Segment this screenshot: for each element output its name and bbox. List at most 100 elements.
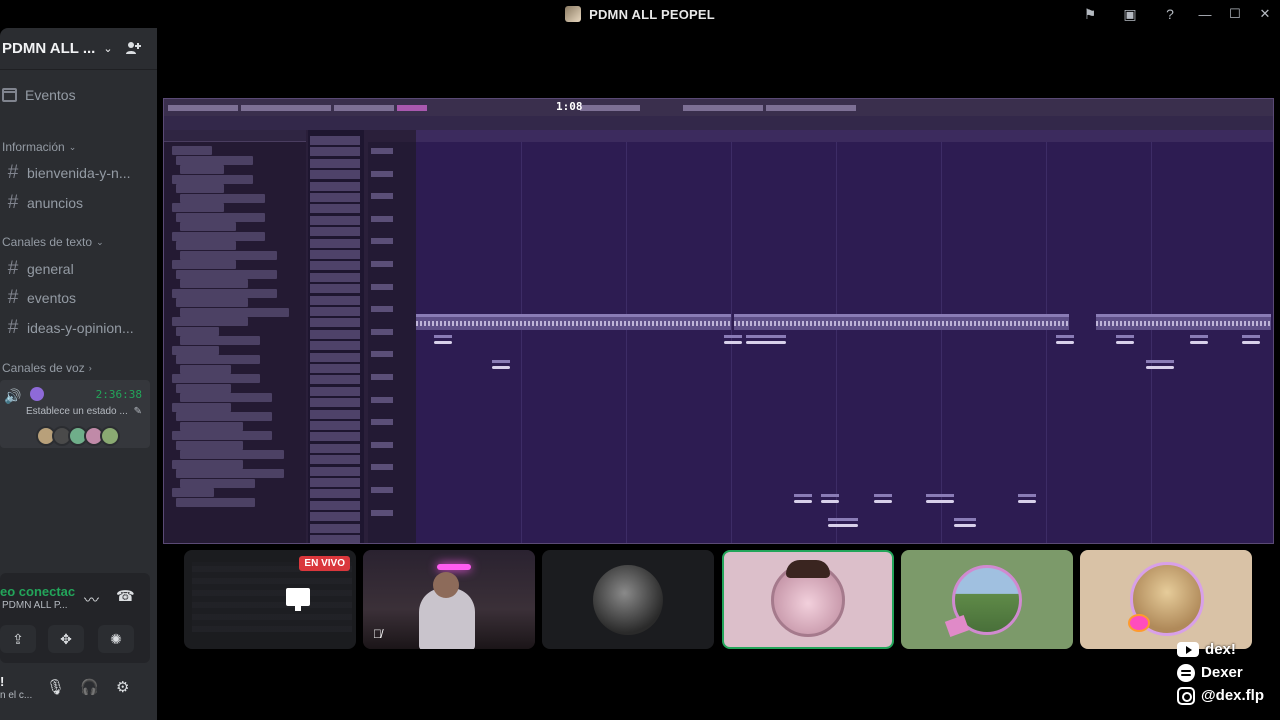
chevron-down-icon: ⌄ xyxy=(96,236,104,247)
social-overlay: dex! Dexer @dex.flp xyxy=(1177,640,1264,705)
clip-row xyxy=(310,432,360,442)
clip-row xyxy=(310,535,360,543)
participant-tile[interactable] xyxy=(901,550,1073,649)
browser-row xyxy=(176,383,231,393)
track-label xyxy=(371,261,393,267)
noise-suppression-icon[interactable]: 〰 xyxy=(84,589,99,610)
browser-row xyxy=(180,450,284,459)
browser-row xyxy=(172,459,243,469)
screen-share-view[interactable]: 1:08 xyxy=(163,98,1274,544)
fl-toolbar xyxy=(164,99,1273,116)
browser-row xyxy=(172,231,265,241)
clip-row xyxy=(310,375,360,385)
fl-track-headers xyxy=(368,142,418,543)
clip-row xyxy=(310,466,360,476)
spotify-icon xyxy=(1177,663,1196,682)
minimize-button[interactable]: — xyxy=(1190,0,1220,28)
clip-row xyxy=(310,227,360,237)
help-icon[interactable]: ? xyxy=(1150,0,1190,28)
monitor-icon xyxy=(286,588,310,611)
avatar[interactable] xyxy=(100,426,120,446)
events-item[interactable]: Eventos xyxy=(2,87,76,103)
channel-ideas[interactable]: # ideas-y-opinion... xyxy=(0,315,134,341)
clip-row xyxy=(310,364,360,373)
clip-row xyxy=(310,284,360,294)
track-label xyxy=(371,441,393,448)
avatar-decoration xyxy=(1128,614,1150,632)
browser-row xyxy=(176,298,248,307)
calendar-icon xyxy=(2,88,17,102)
browser-row xyxy=(176,155,253,165)
activity-icon xyxy=(30,387,44,401)
category-canales-voz[interactable]: Canales de voz › xyxy=(2,361,92,375)
browser-row xyxy=(172,174,253,184)
activities-button[interactable]: ✥ xyxy=(48,625,84,653)
clip-row xyxy=(310,523,360,533)
track-label xyxy=(371,396,393,403)
category-informacion[interactable]: Información ⌄ xyxy=(2,140,76,154)
channel-eventos[interactable]: # eventos xyxy=(0,285,76,311)
browser-row xyxy=(176,412,272,421)
track-label xyxy=(371,215,393,222)
participant-tile[interactable] xyxy=(1080,550,1252,649)
microphone-icon[interactable]: 🎙 xyxy=(46,678,65,696)
soundboard-button[interactable]: ✺ xyxy=(98,625,134,653)
track-label xyxy=(371,306,393,313)
track-label xyxy=(371,509,393,516)
track-label xyxy=(371,328,393,335)
category-label: Canales de texto xyxy=(2,235,93,249)
clip-row xyxy=(310,158,360,168)
screen-share-button[interactable]: ⇪ xyxy=(0,625,36,653)
fl-playlist-header xyxy=(416,130,1273,142)
fl-clip-list xyxy=(308,130,364,543)
clip-row xyxy=(310,489,360,499)
voice-status[interactable]: Establece un estado ... xyxy=(26,406,128,417)
pencil-icon[interactable]: ✎ xyxy=(134,406,142,417)
title-bar: PDMN ALL PEOPEL ⚑ ▣ ? — ☐ ✕ xyxy=(0,0,1280,28)
clip-row xyxy=(310,215,360,225)
clip-row xyxy=(310,136,360,145)
category-label: Información xyxy=(2,140,65,154)
invite-people-icon[interactable] xyxy=(125,40,141,61)
clip-row xyxy=(310,261,360,271)
camera-tile[interactable]: 🎙̸ xyxy=(363,550,535,649)
clip-row xyxy=(310,193,360,202)
fl-toolbar-2 xyxy=(164,116,1273,130)
maximize-button[interactable]: ☐ xyxy=(1220,0,1250,28)
participant-tile-speaking[interactable] xyxy=(722,550,894,649)
track-label xyxy=(371,170,393,177)
headphones-icon[interactable]: 🎧 xyxy=(80,678,99,696)
youtube-icon xyxy=(1177,642,1200,657)
channel-anuncios[interactable]: # anuncios xyxy=(0,190,83,216)
disconnect-icon[interactable]: ☎ xyxy=(116,587,135,605)
username[interactable]: ! xyxy=(0,674,4,689)
fl-time-display: 1:08 xyxy=(556,100,583,113)
social-text: dex! xyxy=(1205,641,1236,658)
inbox-icon[interactable]: ▣ xyxy=(1110,0,1150,28)
track-label xyxy=(371,238,393,245)
track-label xyxy=(371,487,393,493)
browser-row xyxy=(176,355,260,364)
settings-gear-icon[interactable]: ⚙ xyxy=(116,678,129,696)
category-canales-texto[interactable]: Canales de texto ⌄ xyxy=(2,235,104,249)
events-label: Eventos xyxy=(25,87,76,103)
track-label xyxy=(371,283,393,290)
flag-icon[interactable]: ⚑ xyxy=(1070,0,1110,28)
browser-row xyxy=(172,203,224,212)
participant-tile[interactable] xyxy=(542,550,714,649)
close-button[interactable]: ✕ xyxy=(1250,0,1280,28)
channel-bienvenida[interactable]: # bienvenida-y-n... xyxy=(0,160,131,186)
voice-participants xyxy=(36,426,120,446)
browser-row xyxy=(176,326,219,336)
browser-row xyxy=(172,488,214,497)
channel-general[interactable]: # general xyxy=(0,256,74,282)
browser-row xyxy=(180,364,231,374)
social-text: Dexer xyxy=(1201,664,1243,681)
stream-tile[interactable]: EN VIVO xyxy=(184,550,356,649)
browser-row xyxy=(180,279,248,288)
browser-row xyxy=(180,478,255,488)
channel-name: anuncios xyxy=(27,195,84,211)
browser-row xyxy=(176,497,255,507)
clip-row xyxy=(310,500,360,510)
track-label xyxy=(371,374,393,380)
